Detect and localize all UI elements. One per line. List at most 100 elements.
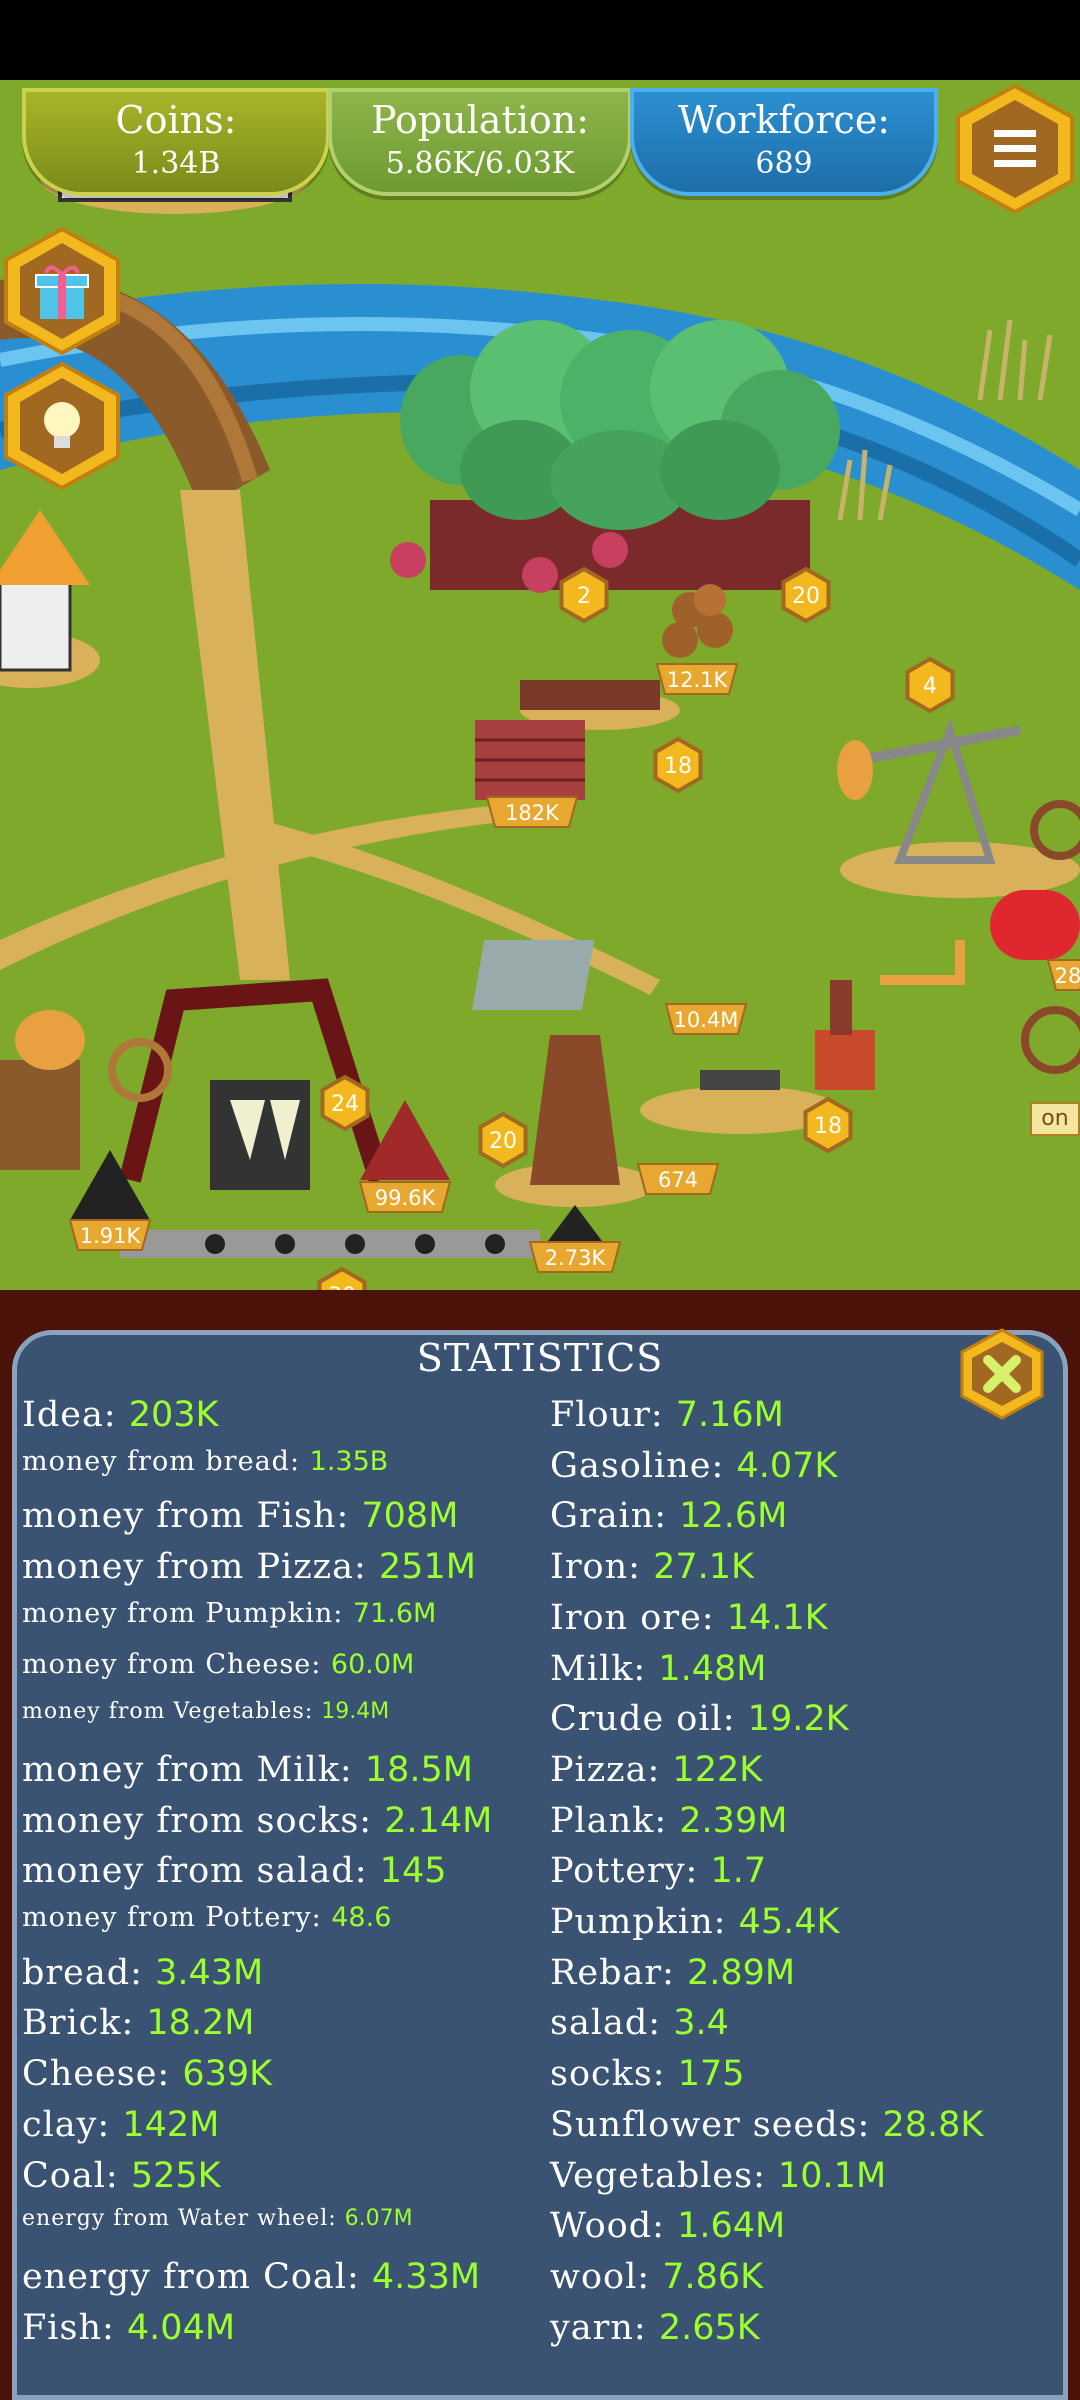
level-badge-text: 20 xyxy=(792,584,820,609)
stat-value: 18.5M xyxy=(364,1749,473,1790)
stat-label: money from Milk: xyxy=(22,1749,365,1790)
menu-button[interactable] xyxy=(952,82,1078,216)
right-stat-row: Pumpkin: 45.4K xyxy=(550,1902,839,1942)
stat-label: money from socks: xyxy=(22,1800,385,1841)
level-badge-plank-level[interactable]: 18 xyxy=(653,736,703,794)
stock-tag-rebar-stock: 10.4M xyxy=(664,1003,748,1035)
level-badge-forest-level[interactable]: 20 xyxy=(781,566,831,624)
stat-value: 48.6 xyxy=(331,1902,392,1933)
stat-label: yarn: xyxy=(550,2307,659,2348)
stat-value: 175 xyxy=(677,2054,745,2095)
stat-value: 14.1K xyxy=(726,1597,828,1638)
stat-label: money from salad: xyxy=(22,1851,380,1892)
right-stat-row: Pottery: 1.7 xyxy=(550,1851,766,1891)
level-badge-smith-level[interactable]: 18 xyxy=(803,1096,853,1154)
left-stat-row: Fish: 4.04M xyxy=(22,2308,235,2348)
stock-tag-plank-stock: 182K xyxy=(485,796,579,828)
stat-label: energy from Coal: xyxy=(22,2256,372,2297)
toggle-on-label[interactable]: on xyxy=(1030,1102,1080,1136)
stock-tag-right-edge-value: 28 xyxy=(1046,959,1080,991)
stat-label: money from Fish: xyxy=(22,1496,362,1537)
level-badge-text: 2 xyxy=(577,584,591,609)
status-bar xyxy=(0,0,1080,80)
stat-value: 122K xyxy=(672,1749,763,1790)
stat-label: Fish: xyxy=(22,2307,127,2348)
right-stat-row: Wood: 1.64M xyxy=(550,2206,785,2246)
level-badge-kiln-level[interactable]: 20 xyxy=(478,1111,528,1169)
road xyxy=(180,490,290,980)
population-label: Population: xyxy=(370,98,590,142)
stat-label: Flour: xyxy=(550,1395,676,1435)
right-stat-row: Crude oil: 19.2K xyxy=(550,1699,849,1739)
stat-value: 19.2K xyxy=(747,1699,849,1740)
stat-label: socks: xyxy=(550,2054,678,2095)
stat-value: 2.65K xyxy=(658,2307,760,2348)
left-stat-row: Cheese: 639K xyxy=(22,2054,272,2094)
stock-tag-text: 28 xyxy=(1055,964,1080,988)
left-stat-row: money from Vegetables: 19.4M xyxy=(22,1699,389,1724)
left-stat-row: money from Fish: 708M xyxy=(22,1496,458,1536)
stat-label: clay: xyxy=(22,2104,123,2145)
stat-label: money from Cheese: xyxy=(22,1648,331,1680)
stat-value: 7.86K xyxy=(662,2256,764,2297)
stat-value: 10.1M xyxy=(778,2155,887,2196)
stat-value: 3.4 xyxy=(673,2003,729,2044)
stat-value: 28.8K xyxy=(882,2104,984,2145)
left-stat-row: Brick: 18.2M xyxy=(22,2003,255,2043)
close-button[interactable] xyxy=(956,1328,1048,1420)
stat-label: Iron ore: xyxy=(550,1597,727,1638)
right-stat-row: Iron: 27.1K xyxy=(550,1547,754,1587)
workforce-value: 689 xyxy=(755,146,813,181)
left-stat-row: Idea: 203K xyxy=(22,1395,219,1435)
left-stat-row: money from Milk: 18.5M xyxy=(22,1750,473,1790)
gift-button[interactable] xyxy=(0,225,124,357)
stat-value: 203K xyxy=(128,1395,219,1435)
stat-label: Pumpkin: xyxy=(550,1902,739,1942)
level-badge-text: 18 xyxy=(814,1114,842,1139)
level-badge-oil-level[interactable]: 4 xyxy=(905,656,955,714)
stock-tag-text: 99.6K xyxy=(375,1186,437,1210)
stock-tag-conveyor-stock: 2.73K xyxy=(528,1241,622,1273)
idea-button[interactable] xyxy=(0,360,124,492)
right-stat-row: Plank: 2.39M xyxy=(550,1801,787,1841)
workforce-counter: Workforce: 689 xyxy=(630,88,938,196)
right-stat-row: Milk: 1.48M xyxy=(550,1649,767,1689)
level-badge-forest-workers[interactable]: 2 xyxy=(559,566,609,624)
stat-label: bread: xyxy=(22,1952,156,1993)
stat-label: money from Pizza: xyxy=(22,1547,379,1588)
level-badge-mine-level[interactable]: 24 xyxy=(320,1074,370,1132)
gift-icon xyxy=(35,265,89,319)
right-stat-row: Gasoline: 4.07K xyxy=(550,1446,837,1486)
left-stat-row: money from socks: 2.14M xyxy=(22,1801,492,1841)
right-stat-row: Rebar: 2.89M xyxy=(550,1953,795,1993)
stat-value: 1.35B xyxy=(309,1445,389,1477)
stat-value: 60.0M xyxy=(330,1648,415,1680)
right-stat-row: Vegetables: 10.1M xyxy=(550,2156,886,2196)
stat-value: 1.7 xyxy=(710,1851,767,1892)
stat-value: 45.4K xyxy=(738,1902,840,1942)
stat-value: 251M xyxy=(378,1547,476,1588)
stat-label: Grain: xyxy=(550,1496,680,1537)
stat-value: 2.89M xyxy=(687,1952,796,1993)
left-stat-row: money from Cheese: 60.0M xyxy=(22,1649,414,1680)
hamburger-menu-icon xyxy=(994,130,1036,167)
coins-counter: Coins: 1.34B xyxy=(22,88,330,196)
left-stat-row: Coal: 525K xyxy=(22,2156,221,2196)
stat-value: 525K xyxy=(130,2155,221,2196)
left-stat-row: money from Pizza: 251M xyxy=(22,1547,476,1587)
stat-value: 27.1K xyxy=(653,1547,754,1588)
stock-tag-text: 2.73K xyxy=(545,1246,607,1270)
game-map[interactable]: 2 20 4 18 24 20 18 30 12.1K 182K 10.4M 99.6K 674 1.9… xyxy=(0,80,1080,1290)
left-stat-row: money from bread: 1.35B xyxy=(22,1446,388,1477)
statistics-title: STATISTICS xyxy=(416,1336,664,1380)
coins-value: 1.34B xyxy=(131,146,221,181)
stat-value: 71.6M xyxy=(352,1597,437,1629)
right-stat-row: Sunflower seeds: 28.8K xyxy=(550,2105,983,2145)
level-badge-conveyor-level[interactable]: 30 xyxy=(317,1266,367,1290)
stat-label: Pizza: xyxy=(550,1749,673,1790)
stat-label: Gasoline: xyxy=(550,1445,737,1486)
right-stat-row: Flour: 7.16M xyxy=(550,1395,784,1435)
stat-value: 1.48M xyxy=(658,1648,767,1689)
level-badge-text: 24 xyxy=(331,1092,359,1117)
stat-label: Brick: xyxy=(22,2003,147,2044)
